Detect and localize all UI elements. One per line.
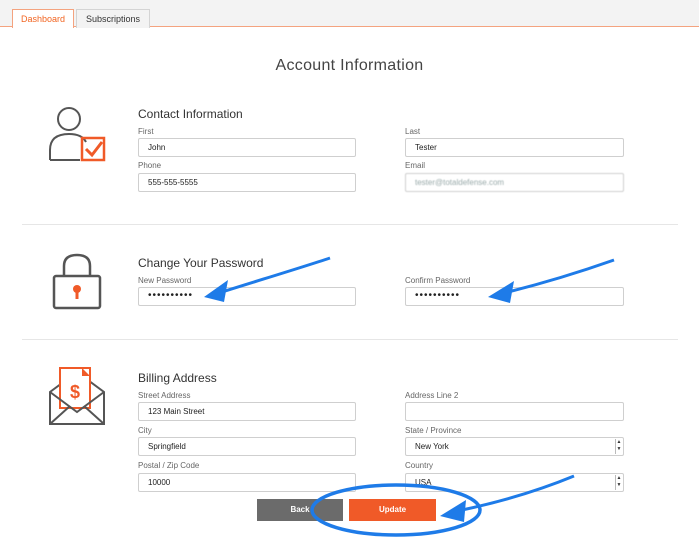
section-divider — [22, 339, 678, 340]
state-select[interactable]: New York ▲ ▼ — [405, 437, 624, 456]
first-name-field[interactable]: John — [138, 138, 356, 157]
state-label: State / Province — [405, 426, 462, 435]
billing-section-title: Billing Address — [138, 371, 217, 385]
password-section-title: Change Your Password — [138, 256, 264, 270]
last-name-field[interactable]: Tester — [405, 138, 624, 157]
svg-text:$: $ — [70, 382, 80, 402]
tab-dashboard[interactable]: Dashboard — [12, 9, 74, 28]
email-field[interactable]: tester@totaldefense.com — [405, 173, 624, 192]
country-select[interactable]: USA ▲ ▼ — [405, 473, 624, 492]
tab-bar: Dashboard Subscriptions — [0, 0, 699, 28]
address-line2-label: Address Line 2 — [405, 391, 459, 400]
update-button[interactable]: Update — [349, 499, 436, 521]
user-check-icon — [49, 107, 106, 162]
address-line2-field[interactable] — [405, 402, 624, 421]
phone-field[interactable]: 555-555-5555 — [138, 173, 356, 192]
street-address-label: Street Address — [138, 391, 191, 400]
country-label: Country — [405, 461, 434, 470]
last-name-label: Last — [405, 127, 421, 136]
new-password-label: New Password — [138, 276, 192, 285]
first-name-label: First — [138, 127, 154, 136]
phone-label: Phone — [138, 161, 162, 170]
chevron-updown-icon: ▲ ▼ — [615, 439, 622, 454]
new-password-field[interactable]: •••••••••• — [138, 287, 356, 306]
street-address-field[interactable]: 123 Main Street — [138, 402, 356, 421]
tab-subscriptions[interactable]: Subscriptions — [76, 9, 150, 28]
contact-section-title: Contact Information — [138, 107, 243, 121]
annotation-overlay — [204, 256, 615, 537]
back-button[interactable]: Back — [257, 499, 343, 521]
envelope-invoice-icon: $ — [49, 367, 105, 425]
page-title: Account Information — [275, 57, 424, 74]
confirm-password-label: Confirm Password — [405, 276, 471, 285]
email-label: Email — [405, 161, 426, 170]
section-divider — [22, 224, 678, 225]
chevron-updown-icon: ▲ ▼ — [615, 475, 622, 490]
zip-field[interactable]: 10000 — [138, 473, 356, 492]
country-select-value: USA — [415, 478, 432, 487]
city-field[interactable]: Springfield — [138, 437, 356, 456]
confirm-password-field[interactable]: •••••••••• — [405, 287, 624, 306]
padlock-icon — [52, 253, 102, 310]
zip-label: Postal / Zip Code — [138, 461, 200, 470]
state-select-value: New York — [415, 442, 449, 451]
city-label: City — [138, 426, 152, 435]
